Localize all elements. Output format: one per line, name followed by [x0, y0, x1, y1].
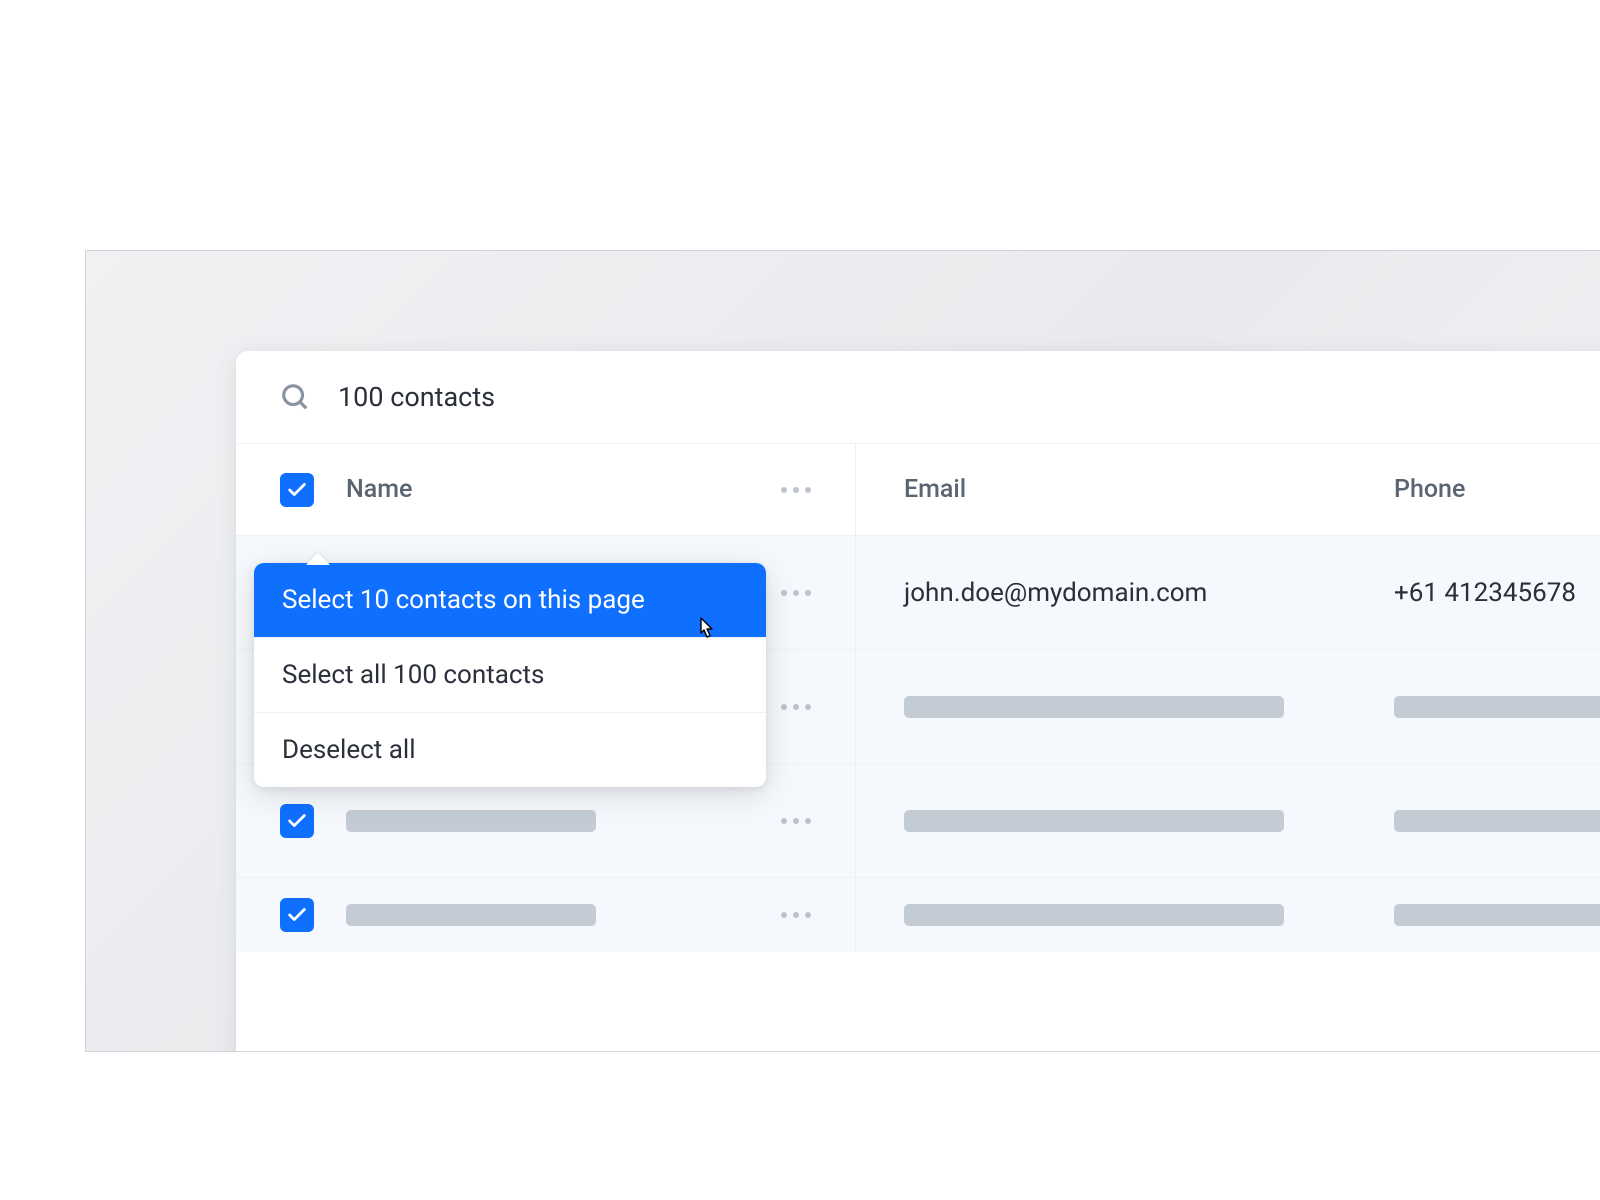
outer-frame: 100 contacts Name Email Phone: [85, 250, 1600, 1052]
table-row[interactable]: [236, 878, 1600, 952]
row-more-icon[interactable]: [773, 696, 819, 718]
row-more-icon[interactable]: [773, 904, 819, 926]
column-name: Name: [236, 444, 856, 535]
table-header: Name Email Phone: [236, 444, 1600, 536]
placeholder: [904, 810, 1284, 832]
row-phone: +61 412345678: [1394, 578, 1576, 608]
header-name-label: Name: [346, 475, 412, 504]
row-more-icon[interactable]: [773, 582, 819, 604]
row-more-icon[interactable]: [773, 810, 819, 832]
select-all-option[interactable]: Select all 100 contacts: [254, 638, 766, 713]
row-checkbox[interactable]: [280, 804, 314, 838]
placeholder: [1394, 904, 1600, 926]
column-phone: Phone: [1346, 444, 1465, 535]
header-email-label: Email: [904, 475, 966, 504]
placeholder: [1394, 810, 1600, 832]
search-count-label: 100 contacts: [338, 381, 495, 413]
placeholder: [346, 904, 596, 926]
contacts-card: 100 contacts Name Email Phone: [236, 351, 1600, 1052]
row-checkbox[interactable]: [280, 898, 314, 932]
select-page-option[interactable]: Select 10 contacts on this page: [254, 563, 766, 638]
placeholder: [904, 904, 1284, 926]
search-bar: 100 contacts: [236, 351, 1600, 444]
header-phone-label: Phone: [1394, 475, 1465, 504]
search-icon[interactable]: [280, 382, 310, 412]
select-all-checkbox[interactable]: [280, 473, 314, 507]
column-name-more-icon[interactable]: [773, 479, 819, 501]
row-email: john.doe@mydomain.com: [904, 578, 1207, 608]
placeholder: [1394, 696, 1600, 718]
deselect-all-option[interactable]: Deselect all: [254, 713, 766, 787]
placeholder: [904, 696, 1284, 718]
cursor-pointer-icon: [692, 615, 720, 643]
placeholder: [346, 810, 596, 832]
column-email: Email: [856, 444, 1346, 535]
select-dropdown: Select 10 contacts on this page Select a…: [254, 563, 766, 787]
